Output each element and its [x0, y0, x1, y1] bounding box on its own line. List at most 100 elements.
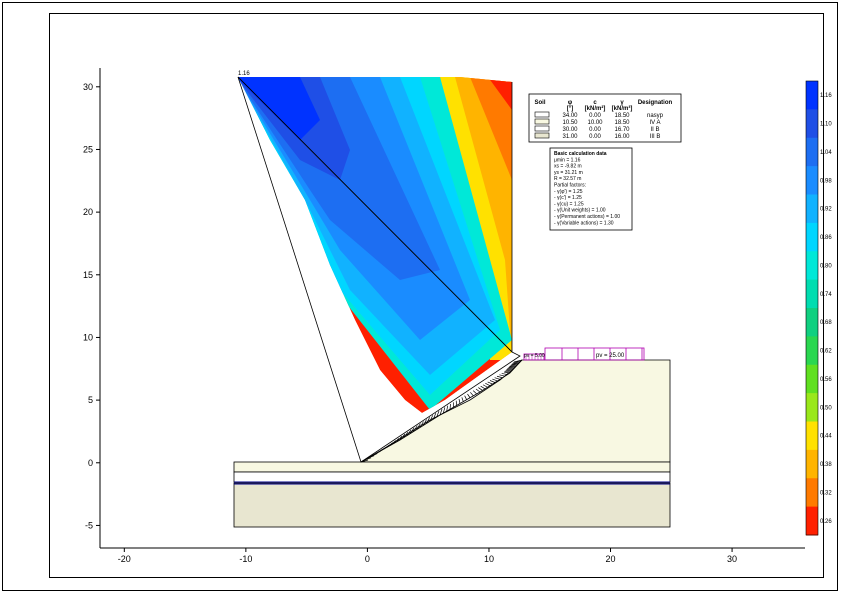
x-tick-label: 10	[484, 554, 494, 564]
hatch-line	[458, 398, 461, 404]
y-tick-label: 25	[83, 144, 93, 154]
hatch-line	[482, 384, 488, 388]
soil-name: II B	[650, 127, 659, 133]
colorbar-label: 0.50	[820, 405, 832, 411]
colorbar-swatch	[806, 166, 818, 195]
soil-c: 0.00	[589, 113, 601, 119]
y-tick-label: -5	[85, 520, 93, 530]
x-tick-label: 30	[727, 554, 737, 564]
colorbar-label: 0.74	[820, 292, 832, 298]
colorbar-label: 0.98	[820, 178, 832, 184]
hatch-line	[499, 374, 506, 377]
colorbar-label: 0.26	[820, 519, 832, 525]
colorbar-label: 0.56	[820, 377, 832, 383]
soil-name: IV A	[649, 120, 660, 126]
soil-layer-iv-a-lower	[233, 461, 671, 473]
soil-phi: 31.00	[562, 134, 578, 140]
hatch-line	[496, 375, 503, 379]
soil-header: Soil	[534, 100, 545, 106]
soil-c: 0.00	[589, 127, 601, 133]
calc-line: - γ(φ') = 1.25	[554, 189, 583, 195]
colorbar-label: 0.68	[820, 320, 832, 326]
colorbar-swatch	[806, 364, 818, 394]
hatch-line	[485, 383, 491, 386]
soil-layer-ii-b	[233, 471, 671, 483]
soil-phi: 10.50	[562, 120, 578, 126]
load-pv25-box	[544, 347, 645, 361]
hatch-line	[470, 392, 474, 397]
colorbar-label: 1.16	[820, 93, 832, 99]
calc-line: Basic calculation data	[554, 151, 607, 157]
calc-line: μmin = 1.16	[554, 157, 581, 163]
soil-swatch	[534, 132, 550, 139]
surcharge-loads: pv = 5.00 pv = 25.00	[523, 347, 645, 361]
colorbar-label: 0.80	[820, 263, 832, 269]
colorbar-label: 1.10	[820, 122, 832, 128]
load-pv25-label: pv = 25.00	[596, 353, 625, 359]
factor-contour-map	[238, 77, 512, 413]
colorbar-swatch	[806, 222, 818, 252]
soil-name: nasyp	[647, 113, 664, 119]
hatch-line	[487, 381, 493, 385]
hatch-line	[492, 378, 498, 382]
soil-header: [°]	[567, 106, 573, 112]
legends: Soil φ[°]c[kN/m²]γ[kN/m³]Designation34.00…	[528, 93, 682, 231]
y-tick-label: 30	[83, 82, 93, 92]
y-tick-label: 20	[83, 207, 93, 217]
soil-gamma: 18.50	[614, 113, 630, 119]
hatch-line	[505, 369, 513, 372]
y-tick-label: 15	[83, 270, 93, 280]
hatch-line	[461, 397, 464, 402]
contour-fills	[238, 77, 512, 413]
calc-line: R = 32.57 m	[554, 176, 581, 182]
load-pv5-label: pv = 5.00	[524, 353, 545, 359]
colorbar-swatch	[806, 336, 818, 366]
soil-header: Designation	[638, 100, 673, 106]
calc-line: - γ(cu) = 1.25	[554, 201, 584, 207]
x-tick-label: 20	[606, 554, 616, 564]
y-tick-label: 10	[83, 332, 93, 342]
colorbar-swatch	[806, 506, 818, 536]
colorbar-label: 0.32	[820, 490, 832, 496]
calc-line: - γ(Permanent actions) = 1.00	[554, 214, 620, 220]
soil-swatch	[534, 118, 550, 125]
colorbar-label: 1.04	[820, 150, 832, 156]
colorbar-label: 0.62	[820, 349, 832, 355]
x-tick-label: -20	[118, 554, 131, 564]
calc-line: - γ(Variable actions) = 1.30	[554, 220, 614, 226]
soil-c: 0.00	[589, 134, 601, 140]
x-tick-label: 0	[365, 554, 370, 564]
soil-phi: 30.00	[562, 127, 578, 133]
colorbar-label: 0.86	[820, 235, 832, 241]
colorbar-swatch	[806, 109, 818, 139]
colorbar-swatch	[806, 421, 818, 451]
colorbar-swatch	[806, 194, 818, 224]
soil-phi: 34.00	[562, 113, 578, 119]
soil-header: [kN/m²]	[585, 105, 606, 112]
colorbar-swatch	[806, 308, 818, 337]
hatch-line	[489, 380, 496, 383]
soil-swatch	[534, 125, 550, 132]
colorbar-swatch	[806, 478, 818, 508]
hatch-line	[508, 366, 517, 368]
hatch-line	[455, 400, 458, 406]
colorbar-swatch	[806, 279, 818, 309]
calc-line: - γ(Unit weights) = 1.00	[554, 208, 606, 214]
calc-line: xs = -9.82 m	[554, 164, 582, 170]
soil-swatch	[534, 111, 550, 118]
colorbar-swatch	[806, 81, 818, 110]
colorbar-label: 0.38	[820, 462, 832, 468]
hatch-line	[472, 390, 477, 395]
colorbar-swatch	[806, 393, 818, 422]
calc-line: Partial factors:	[554, 183, 586, 189]
hatch-line	[464, 395, 467, 400]
colorbar-label: 0.92	[820, 207, 832, 213]
soil-c: 10.00	[587, 120, 603, 126]
colorbar-swatch	[806, 137, 818, 167]
hatch-line	[494, 377, 501, 380]
calc-line: ys = 31.21 m	[554, 170, 583, 176]
soil-gamma: 18.50	[614, 120, 630, 126]
colorbar: 1.16 1.10 1.04 0.98 0.92 0.86 0.80 0.74 0.68 0.62…	[805, 80, 832, 536]
hatch-line	[480, 385, 486, 390]
soil-gamma: 16.00	[614, 134, 630, 140]
